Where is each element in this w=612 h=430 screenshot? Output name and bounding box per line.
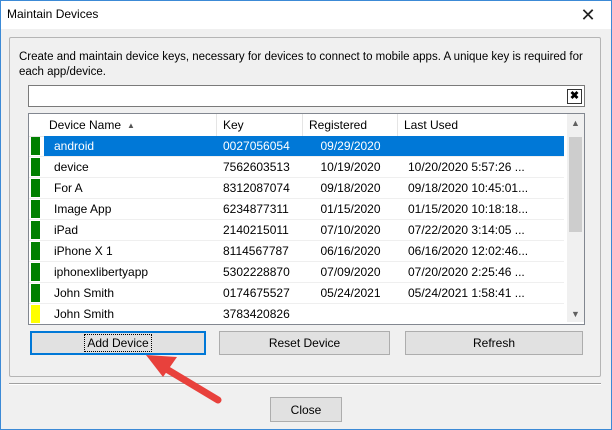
cell-registered: 07/09/2020 [320,265,381,279]
status-indicator [31,179,40,197]
table-row[interactable]: Image App 6234877311 01/15/2020 01/15/2020 … [29,199,564,220]
cell-key: 3783420826 [223,307,290,321]
cell-registered [303,304,398,324]
cell-key: 0174675527 [223,286,290,300]
cell-name: device [54,160,89,174]
cell-last-used: 01/15/2020 10:18:18... [408,202,529,216]
table-row[interactable]: device 7562603513 10/19/2020 10/20/2020 5:5… [29,157,564,178]
scroll-up-icon[interactable]: ▲ [567,114,584,131]
clear-search-icon[interactable]: ✖ [567,89,582,104]
status-indicator [31,221,40,239]
cell-name: John Smith [54,307,115,321]
close-button[interactable]: Close [270,397,342,422]
search-box: ✖ [28,85,585,107]
vertical-scrollbar[interactable]: ▲ ▼ [567,114,584,322]
cell-key: 8312087074 [223,181,290,195]
cell-key: 7562603513 [223,160,290,174]
devices-table: Device Name ▲ Key Registered Last Used an… [28,113,585,325]
cell-name: iPhone X 1 [54,244,113,258]
status-indicator [31,200,40,218]
status-indicator [31,305,40,323]
status-indicator [31,263,40,281]
column-header-last-used[interactable]: Last Used [398,114,564,136]
cell-key: 8114567787 [223,244,289,258]
description-text: Create and maintain device keys, necessa… [19,51,583,78]
cell-name: iPad [54,223,79,237]
divider [9,383,601,385]
cell-name: For A [54,181,83,195]
status-indicator [31,158,40,176]
table-row[interactable]: android 0027056054 09/29/2020 [29,136,564,157]
add-device-button[interactable]: Add Device [30,331,206,355]
title-bar: Maintain Devices ✕ [1,1,611,29]
cell-key: 5302228870 [223,265,290,279]
cell-registered: 01/15/2020 [320,202,381,216]
status-indicator [31,284,40,302]
cell-name: android [44,136,217,156]
scroll-thumb[interactable] [569,137,582,232]
cell-name: Image App [54,202,112,216]
table-header: Device Name ▲ Key Registered Last Used [29,114,564,137]
table-row[interactable]: For A 8312087074 09/18/2020 09/18/2020 10:4… [29,178,564,199]
column-header-registered[interactable]: Registered [303,114,398,136]
table-row[interactable]: John Smith 0174675527 05/24/2021 05/24/2021… [29,283,564,304]
cell-name: John Smith [54,286,115,300]
cell-last-used: 07/20/2020 2:25:46 ... [408,265,525,279]
add-device-label: Add Device [84,334,152,352]
table-row[interactable]: iPad 2140215011 07/10/2020 07/22/2020 3:14:… [29,220,564,241]
cell-registered: 07/10/2020 [320,223,381,237]
cell-last-used: 10/20/2020 5:57:26 ... [408,160,525,174]
reset-device-button[interactable]: Reset Device [219,331,390,355]
cell-last-used [398,304,564,324]
column-label: Device Name [49,118,122,132]
cell-last-used: 06/16/2020 12:02:46... [408,244,529,258]
cell-registered: 06/16/2020 [320,244,381,258]
cell-registered: 10/19/2020 [320,160,381,174]
refresh-button[interactable]: Refresh [405,331,583,355]
cell-last-used: 05/24/2021 1:58:41 ... [408,286,525,300]
cell-name: iphonexlibertyapp [54,265,149,279]
column-header-device-name[interactable]: Device Name ▲ [29,114,217,136]
cell-key: 2140215011 [223,223,289,237]
window-title: Maintain Devices [7,7,99,21]
close-icon[interactable]: ✕ [565,1,611,29]
scroll-down-icon[interactable]: ▼ [567,305,584,322]
cell-registered: 09/18/2020 [320,181,381,195]
cell-last-used: 07/22/2020 3:14:05 ... [408,223,525,237]
table-row[interactable]: iphonexlibertyapp 5302228870 07/09/2020 07/… [29,262,564,283]
table-row[interactable]: iPhone X 1 8114567787 06/16/2020 06/16/2020… [29,241,564,262]
cell-registered: 05/24/2021 [320,286,381,300]
cell-key: 0027056054 [217,136,303,156]
column-header-key[interactable]: Key [217,114,303,136]
cell-key: 6234877311 [223,202,289,216]
status-indicator [31,137,40,155]
sort-ascending-icon: ▲ [127,121,135,130]
search-input[interactable] [32,87,566,105]
status-indicator [31,242,40,260]
cell-last-used: 09/18/2020 10:45:01... [408,181,529,195]
cell-last-used [398,136,564,156]
table-row[interactable]: John Smith 3783420826 [29,304,564,324]
cell-registered: 09/29/2020 [303,136,398,156]
